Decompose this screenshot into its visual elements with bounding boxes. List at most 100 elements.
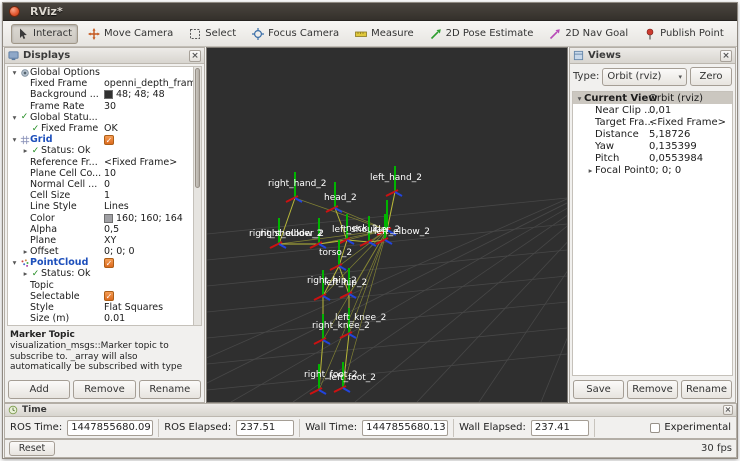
tree-row-distance[interactable]: Distance 5,18726 [573,128,732,140]
tool-add-tool-button[interactable] [734,24,740,44]
time-field-input[interactable]: 237.41 [530,419,589,436]
tool-label: 2D Nav Goal [565,28,629,39]
property-name: Near Clip ... [595,104,654,116]
tree-row-fixed-frame[interactable]: Fixed Frame openni_depth_frame [8,78,201,89]
displays-add-button[interactable]: Add [8,380,71,399]
enabled-checkbox[interactable]: ✓ [104,291,114,302]
property-value: OK [104,123,118,135]
status-ok-check-icon: ✓ [31,123,40,134]
tree-row-global-options[interactable]: ▾ Global Options [8,67,201,78]
tree-row-pitch[interactable]: Pitch 0,0553984 [573,152,732,164]
displays-rename-button[interactable]: Rename [138,380,201,399]
property-value: 48; 48; 48 [116,89,165,101]
expander-open-icon[interactable]: ▾ [10,258,19,267]
property-name: Grid [30,134,53,146]
tool-publish-point-button[interactable]: Publish Point [638,24,730,44]
tree-row-plane-cell-co-[interactable]: Plane Cell Co... 10 [8,168,201,179]
displays-icon [8,50,19,61]
expander-open-icon[interactable]: ▾ [10,68,19,77]
tool-label: Focus Camera [268,28,340,39]
tree-row-frame-rate[interactable]: Frame Rate 30 [8,101,201,112]
tree-row-selectable[interactable]: Selectable ✓ [8,291,201,302]
property-value: 5,18726 [649,128,691,140]
tool-focus-camera-button[interactable]: Focus Camera [246,24,345,44]
property-value: 0,0553984 [649,152,704,164]
property-name: Fixed Frame [30,78,88,90]
tree-row-size-m-[interactable]: Size (m) 0.01 [8,313,201,324]
tree-row-topic[interactable]: Topic [8,280,201,291]
titlebar[interactable]: RViz* [3,3,737,21]
property-value: 10 [104,167,117,179]
property-value: XY [104,234,117,246]
enabled-checkbox[interactable]: ✓ [104,257,114,268]
tool-select-button[interactable]: Select [183,24,242,44]
expander-closed-icon[interactable]: ▸ [586,166,595,175]
tool-label: Select [205,28,237,39]
tree-row-background-[interactable]: Background ... 48; 48; 48 [8,89,201,100]
3d-viewport-canvas[interactable]: head_2neck_2left_hand_2right_hand_2left_… [106,48,638,403]
tree-row-alpha[interactable]: Alpha 0,5 [8,224,201,235]
zero-button[interactable]: Zero [690,67,732,86]
property-value: 0; 0; 0 [649,164,682,176]
tree-row-cell-size[interactable]: Cell Size 1 [8,190,201,201]
expander-closed-icon[interactable]: ▸ [21,146,30,155]
tool-move-camera-button[interactable]: Move Camera [82,24,179,44]
field-separator [299,418,301,437]
tree-row-grid[interactable]: ▾ Grid ✓ [8,134,201,145]
time-field-input[interactable]: 237.51 [236,419,295,436]
tree-row-style[interactable]: Style Flat Squares [8,302,201,313]
view-type-select[interactable]: Orbit (rviz) ▾ [602,67,687,86]
reset-button[interactable]: Reset [9,441,55,456]
tree-row-offset[interactable]: ▸ Offset 0; 0; 0 [8,246,201,257]
tree-row-fixed-frame[interactable]: ✓ Fixed Frame OK [8,123,201,134]
pose-arrow-icon [430,28,442,40]
time-panel-header[interactable]: Time × [5,404,736,417]
scrollbar-thumb[interactable] [195,68,200,188]
tree-row-near-clip-[interactable]: Near Clip ... 0,01 [573,104,732,116]
status-ok-check-icon: ✓ [20,112,29,123]
tree-row-yaw[interactable]: Yaw 0,135399 [573,140,732,152]
tree-row-global-statu-[interactable]: ▾ ✓ Global Statu... [8,112,201,123]
tree-row-line-style[interactable]: Line Style Lines [8,201,201,212]
tree-row-reference-fr-[interactable]: Reference Fr... <Fixed Frame> [8,157,201,168]
displays-panel-header[interactable]: Displays × [5,48,204,64]
views-remove-button[interactable]: Remove [627,380,678,399]
experimental-checkbox[interactable] [650,422,661,433]
view-type-value: Orbit (rviz) [607,71,662,82]
property-name: Fixed Frame [41,123,99,135]
tree-row-normal-cell-[interactable]: Normal Cell ... 0 [8,179,201,190]
enabled-checkbox[interactable]: ✓ [104,134,114,145]
expander-open-icon[interactable]: ▾ [10,135,19,144]
tool-measure-button[interactable]: Measure [349,24,420,44]
views-panel-header[interactable]: Views × [570,48,735,64]
time-field-input[interactable]: 1447855680.09 [67,419,154,436]
views-save-button[interactable]: Save [573,380,624,399]
time-field-input[interactable]: 1447855680.13 [362,419,449,436]
tree-row-plane[interactable]: Plane XY [8,235,201,246]
property-name: Plane Cell Co... [30,167,102,179]
tool-label: 2D Pose Estimate [445,28,534,39]
expander-open-icon[interactable]: ▾ [10,113,19,122]
tree-row-target-fra-[interactable]: Target Fra... <Fixed Frame> [573,116,732,128]
displays-remove-button[interactable]: Remove [73,380,136,399]
tool-interact-button[interactable]: Interact [11,23,79,44]
views-rename-button[interactable]: Rename [681,380,732,399]
3d-viewport[interactable]: head_2 neck_2 left_hand_2 right_hand_2 left_… [106,47,638,403]
displays-scrollbar[interactable] [193,67,201,325]
expander-closed-icon[interactable]: ▸ [21,247,30,256]
tree-row-current-view[interactable]: ▾ Current View Orbit (rviz) [573,92,732,104]
tree-row-focal-point[interactable]: ▸ Focal Point 0; 0; 0 [573,164,732,176]
window-close-button[interactable] [9,6,20,17]
tree-row-pointcloud[interactable]: ▾ PointCloud ✓ [8,257,201,268]
tree-row-color[interactable]: Color 160; 160; 164 [8,212,201,224]
tree-row-status-ok[interactable]: ▸ ✓ Status: Ok [8,145,201,156]
expander-open-icon[interactable]: ▾ [575,94,584,103]
expander-closed-icon[interactable]: ▸ [21,269,30,278]
displays-close-button[interactable]: × [189,49,201,62]
tree-row-status-ok[interactable]: ▸ ✓ Status: Ok [8,268,201,279]
views-close-button[interactable]: × [720,49,732,62]
tool-pose-estimate-button[interactable]: 2D Pose Estimate [424,24,540,44]
tool-nav-goal-button[interactable]: 2D Nav Goal [543,24,634,44]
time-close-button[interactable]: × [723,405,733,415]
property-name: Yaw [595,140,615,152]
